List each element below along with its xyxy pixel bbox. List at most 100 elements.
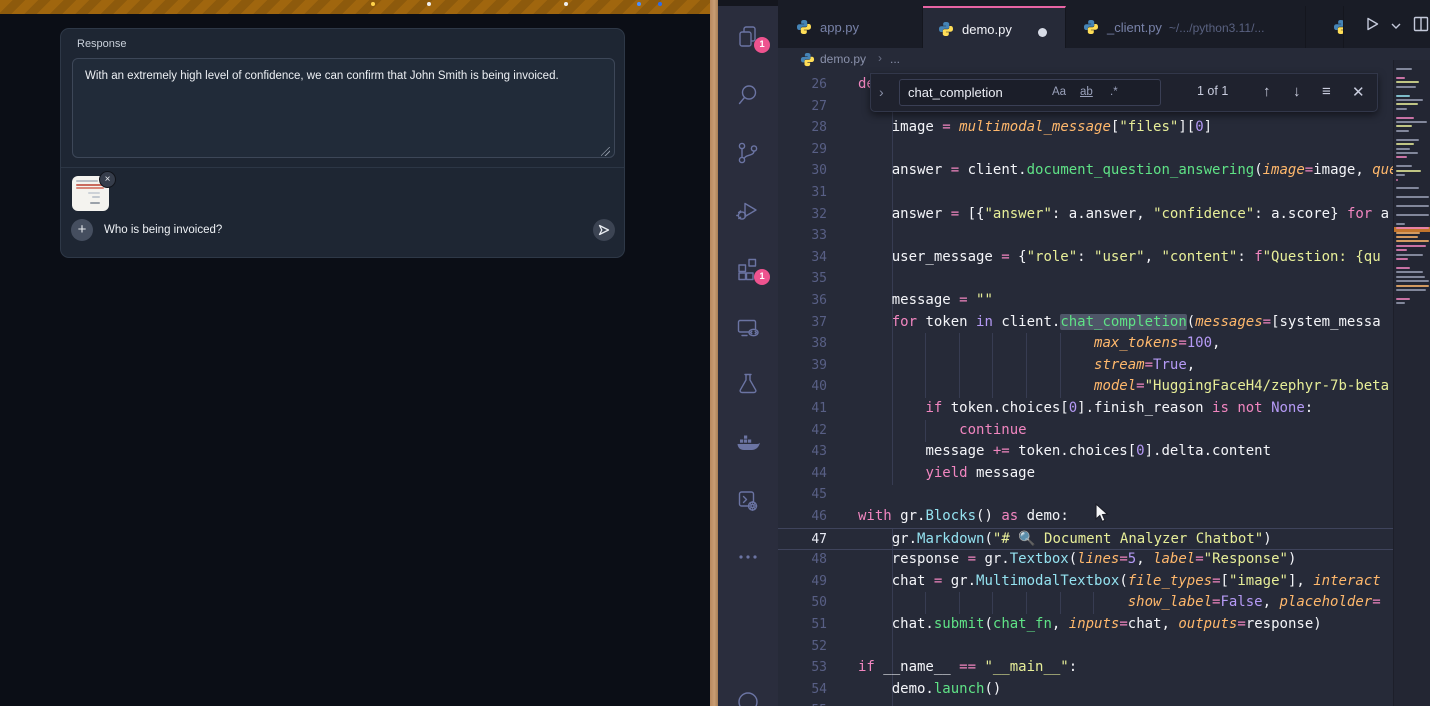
find-next-button[interactable]: ↓	[1293, 83, 1301, 100]
line-number[interactable]: 41	[778, 398, 827, 420]
window-edge-divider[interactable]	[710, 0, 718, 706]
line-number[interactable]: 48	[778, 549, 827, 571]
line-number[interactable]: 38	[778, 333, 827, 355]
code-line[interactable]: 40 model="HuggingFaceH4/zephyr-7b-beta	[778, 376, 1393, 398]
line-number[interactable]: 29	[778, 139, 827, 161]
code-line[interactable]: 43 message += token.choices[0].delta.con…	[778, 441, 1393, 463]
code-line[interactable]: 55	[778, 700, 1393, 706]
add-attachment-button[interactable]: +	[71, 219, 93, 241]
line-number[interactable]: 31	[778, 182, 827, 204]
sidebar-item-extensions[interactable]: 1	[735, 256, 761, 282]
code-line[interactable]: 28 image = multimodal_message["files"][0…	[778, 117, 1393, 139]
line-number[interactable]: 46	[778, 506, 827, 528]
sidebar-item-search[interactable]	[735, 82, 761, 108]
code-line[interactable]: 31	[778, 182, 1393, 204]
code-line[interactable]: 32 answer = [{"answer": a.answer, "confi…	[778, 204, 1393, 226]
line-number[interactable]: 47	[778, 529, 827, 551]
line-number[interactable]: 45	[778, 484, 827, 506]
line-number[interactable]: 33	[778, 225, 827, 247]
find-close-button[interactable]: ✕	[1352, 83, 1365, 101]
breadcrumb-more[interactable]: ...	[890, 52, 900, 66]
response-textarea[interactable]	[72, 58, 615, 158]
sidebar-item-explorer[interactable]: 1	[735, 24, 761, 50]
line-number[interactable]: 32	[778, 204, 827, 226]
line-number[interactable]: 28	[778, 117, 827, 139]
line-number[interactable]: 37	[778, 312, 827, 334]
sidebar-item-docker[interactable]	[735, 430, 761, 456]
code-line[interactable]: 37 for token in client.chat_completion(m…	[778, 312, 1393, 334]
send-button[interactable]	[593, 219, 615, 241]
line-number[interactable]: 54	[778, 679, 827, 701]
line-number[interactable]: 35	[778, 268, 827, 290]
sidebar-item-source-control[interactable]	[735, 140, 761, 166]
line-number[interactable]: 52	[778, 636, 827, 658]
code-line[interactable]: 46with gr.Blocks() as demo:	[778, 506, 1393, 528]
split-editor-button[interactable]	[1412, 15, 1430, 38]
find-previous-button[interactable]: ↑	[1263, 83, 1271, 100]
code-line[interactable]: 35	[778, 268, 1393, 290]
chat-input-text[interactable]: Who is being invoiced?	[104, 224, 222, 236]
code-line[interactable]: 48 response = gr.Textbox(lines=5, label=…	[778, 549, 1393, 571]
sidebar-item-more[interactable]	[735, 544, 761, 570]
code-line[interactable]: 53if __name__ == "__main__":	[778, 657, 1393, 679]
match-case-toggle[interactable]: Aa	[1052, 86, 1066, 98]
line-number[interactable]: 42	[778, 420, 827, 442]
sidebar-item-remote-explorer[interactable]	[735, 315, 761, 341]
code-line[interactable]: 47 gr.Markdown("# 🔍 Document Analyzer Ch…	[778, 528, 1393, 550]
code-line[interactable]: 49 chat = gr.MultimodalTextbox(file_type…	[778, 571, 1393, 593]
sidebar-item-testing[interactable]	[735, 371, 761, 397]
line-number[interactable]: 36	[778, 290, 827, 312]
line-number[interactable]: 51	[778, 614, 827, 636]
code-line[interactable]: 38 max_tokens=100,	[778, 333, 1393, 355]
line-number[interactable]: 39	[778, 355, 827, 377]
sidebar-item-account[interactable]	[735, 690, 761, 706]
code-line[interactable]: 39 stream=True,	[778, 355, 1393, 377]
code-line[interactable]: 29	[778, 139, 1393, 161]
sidebar-item-tasks[interactable]	[735, 488, 761, 514]
breadcrumb-file[interactable]: demo.py	[820, 52, 866, 66]
whole-word-toggle[interactable]: ab	[1080, 86, 1093, 98]
attachment-close-button[interactable]: ×	[99, 171, 116, 188]
minimap[interactable]	[1393, 60, 1430, 706]
line-number[interactable]: 44	[778, 463, 827, 485]
code-line[interactable]: 34 user_message = {"role": "user", "cont…	[778, 247, 1393, 269]
textarea-resize-handle[interactable]	[601, 147, 610, 156]
breadcrumb[interactable]: demo.py › ...	[778, 48, 1430, 72]
line-number[interactable]: 43	[778, 441, 827, 463]
minimap-line	[1396, 214, 1429, 216]
code-line[interactable]: 42 continue	[778, 420, 1393, 442]
find-collapse-chevron[interactable]: ›	[879, 84, 884, 100]
code-line[interactable]: 33	[778, 225, 1393, 247]
sidebar-item-run-debug[interactable]	[735, 198, 761, 224]
line-number[interactable]: 40	[778, 376, 827, 398]
code-line[interactable]: 50 show_label=False, placeholder=	[778, 592, 1393, 614]
line-number[interactable]: 27	[778, 96, 827, 118]
code-line[interactable]: 44 yield message	[778, 463, 1393, 485]
code-line[interactable]: 41 if token.choices[0].finish_reason is …	[778, 398, 1393, 420]
line-number[interactable]: 55	[778, 700, 827, 706]
line-number[interactable]: 50	[778, 592, 827, 614]
code-text: image = multimodal_message["files"][0]	[858, 117, 1212, 139]
regex-toggle[interactable]: .*	[1110, 86, 1118, 98]
code-line[interactable]: 52	[778, 636, 1393, 658]
tab-demo-py[interactable]: demo.py	[923, 6, 1066, 48]
find-input[interactable]: chat_completion Aa ab .*	[899, 79, 1161, 106]
code-line[interactable]: 51 chat.submit(chat_fn, inputs=chat, out…	[778, 614, 1393, 636]
tab-client-py[interactable]: _client.py~/.../python3.11/...	[1068, 6, 1306, 48]
modified-dot-icon[interactable]	[1038, 28, 1047, 37]
tab-clipped[interactable]	[1330, 6, 1344, 48]
code-line[interactable]: 45	[778, 484, 1393, 506]
browser-titlebar[interactable]	[0, 0, 710, 14]
line-number[interactable]: 34	[778, 247, 827, 269]
line-number[interactable]: 53	[778, 657, 827, 679]
code-line[interactable]: 36 message = ""	[778, 290, 1393, 312]
run-button[interactable]	[1363, 15, 1381, 38]
line-number[interactable]: 26	[778, 74, 827, 96]
tab-app-py[interactable]: app.py	[778, 6, 923, 48]
line-number[interactable]: 49	[778, 571, 827, 593]
code-line[interactable]: 54 demo.launch()	[778, 679, 1393, 701]
run-dropdown-button[interactable]	[1390, 18, 1402, 36]
find-in-selection-button[interactable]: ≡	[1322, 83, 1331, 100]
line-number[interactable]: 30	[778, 160, 827, 182]
code-line[interactable]: 30 answer = client.document_question_ans…	[778, 160, 1393, 182]
